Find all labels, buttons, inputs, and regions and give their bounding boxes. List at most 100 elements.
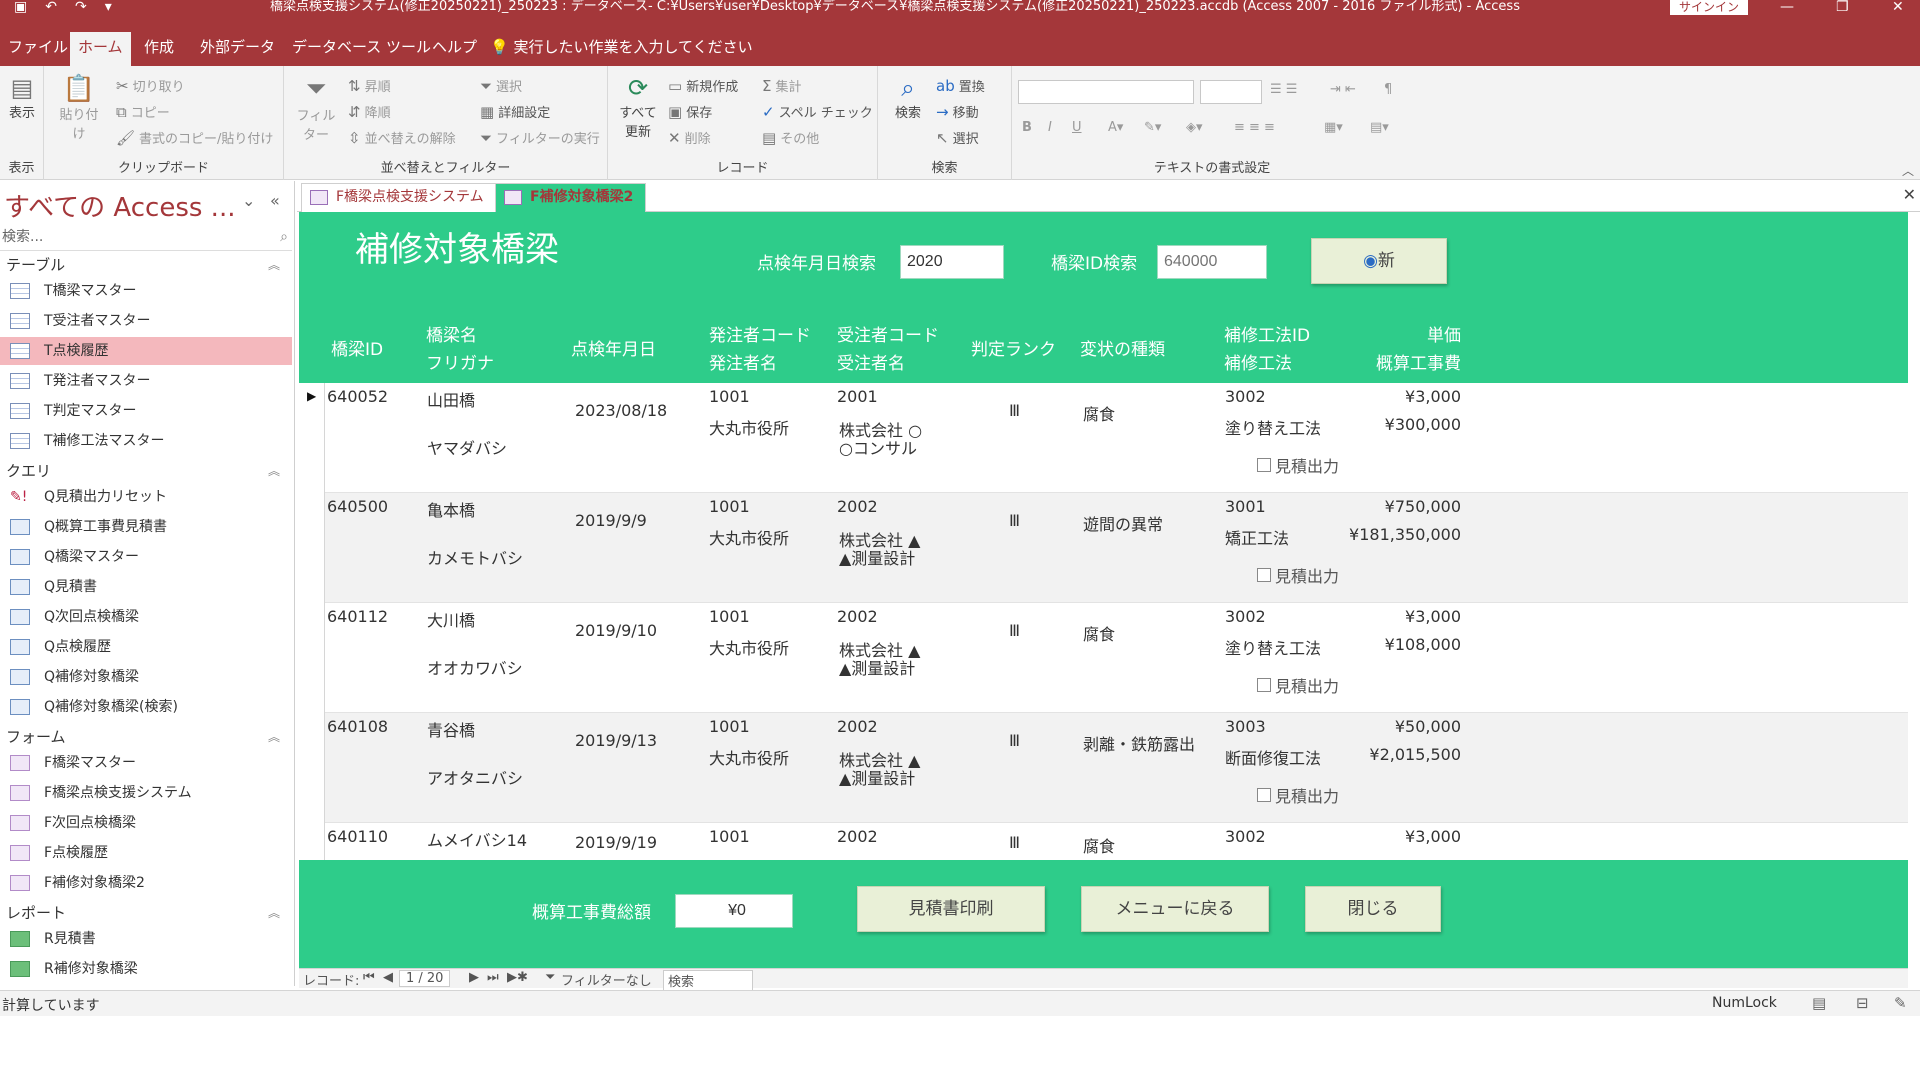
cell-method[interactable]: 塗り替え工法 — [1225, 415, 1321, 439]
cell-bridge-id[interactable]: 640052 — [327, 387, 388, 406]
checkbox-box[interactable] — [1257, 678, 1271, 692]
close-document-icon[interactable]: ✕ — [1903, 185, 1916, 204]
format-painter-button[interactable]: 🖌 書式のコピー/貼り付け — [116, 128, 273, 148]
nav-item-form[interactable]: F補修対象橋梁2 — [0, 869, 292, 897]
close-window-icon[interactable]: ✕ — [1892, 0, 1904, 14]
table-row[interactable]: 640112 大川橋 オオカワバシ 2019/9/10 1001 大丸市役所 2… — [299, 603, 1908, 713]
checkbox-box[interactable] — [1257, 568, 1271, 582]
next-record-icon[interactable]: ▶ — [469, 970, 479, 985]
cell-unit-price[interactable]: ¥3,000 — [1339, 827, 1461, 846]
cell-bridge-name[interactable]: ムメイバシ14 — [427, 827, 527, 851]
cell-orderer-code[interactable]: 1001 — [709, 387, 750, 406]
id-search-input[interactable] — [1157, 245, 1267, 279]
cell-rank[interactable]: Ⅲ — [1009, 833, 1020, 852]
cell-method[interactable]: 矯正工法 — [1225, 525, 1289, 549]
refresh-all-button[interactable]: ⟳ すべて 更新 — [614, 74, 662, 140]
nav-section-tables[interactable]: テーブル ︽ — [0, 253, 292, 277]
cell-bridge-name[interactable]: 亀本橋 — [427, 497, 475, 521]
cell-bridge-name[interactable]: 青谷橋 — [427, 717, 475, 741]
new-record-button[interactable]: ▭ 新規作成 — [668, 76, 738, 96]
descending-button[interactable]: ⇵ 降順 — [348, 102, 391, 122]
underline-button[interactable]: U — [1072, 120, 1082, 135]
date-search-input[interactable] — [900, 245, 1004, 279]
nav-item-table[interactable]: T受注者マスター — [0, 307, 292, 335]
alt-row-color-icon[interactable]: ▤▾ — [1370, 120, 1389, 135]
cell-defect[interactable]: 腐食 — [1083, 401, 1115, 425]
save-record-button[interactable]: ▣ 保存 — [668, 102, 712, 122]
bold-button[interactable]: B — [1022, 120, 1032, 135]
cell-rank[interactable]: Ⅲ — [1009, 731, 1020, 750]
filter-button[interactable]: ⏷ フィルター — [292, 74, 340, 143]
goto-button[interactable]: → 移動 — [936, 102, 979, 122]
paste-button[interactable]: 📋 貼り付け — [54, 74, 104, 142]
nav-item-table[interactable]: T補修工法マスター — [0, 427, 292, 455]
cell-contractor-name-2[interactable]: ▲測量設計 — [839, 655, 915, 679]
nav-item-form[interactable]: F次回点検橋梁 — [0, 809, 292, 837]
cell-contractor-code[interactable]: 2001 — [837, 387, 878, 406]
cell-rank[interactable]: Ⅲ — [1009, 401, 1020, 420]
nav-section-reports[interactable]: レポート ︽ — [0, 901, 292, 925]
cell-inspection-date[interactable]: 2023/08/18 — [575, 401, 667, 420]
cell-contractor-code[interactable]: 2002 — [837, 497, 878, 516]
cell-orderer-name[interactable]: 大丸市役所 — [709, 525, 789, 549]
cell-contractor-code[interactable]: 2002 — [837, 607, 878, 626]
nav-item-query[interactable]: ✎! Q見積出力リセット — [0, 483, 292, 511]
restore-icon[interactable]: ❐ — [1836, 0, 1849, 14]
record-selector[interactable] — [299, 603, 325, 713]
nav-collapse-icon[interactable]: « — [270, 191, 280, 210]
estimate-output-checkbox[interactable]: 見積出力 — [1257, 673, 1339, 697]
cell-method[interactable]: 塗り替え工法 — [1225, 635, 1321, 659]
record-search-input[interactable]: 検索 — [663, 970, 753, 991]
nav-item-report[interactable]: R見積書 — [0, 925, 292, 953]
cell-orderer-code[interactable]: 1001 — [709, 497, 750, 516]
cell-furigana[interactable]: カメモトバシ — [427, 545, 523, 569]
cell-rank[interactable]: Ⅲ — [1009, 511, 1020, 530]
nav-item-query[interactable]: Q概算工事費見積書 — [0, 513, 292, 541]
cell-orderer-name[interactable]: 大丸市役所 — [709, 635, 789, 659]
remove-sort-button[interactable]: ⇳ 並べ替えの解除 — [348, 128, 456, 148]
selection-button[interactable]: ⏷ 選択 — [480, 76, 522, 96]
new-record-icon[interactable]: ▶✱ — [507, 970, 528, 985]
filter-status[interactable]: フィルターなし — [561, 970, 652, 989]
select-button[interactable]: ↖ 選択 — [936, 128, 979, 148]
nav-item-form[interactable]: F橋梁点検支援システム — [0, 779, 292, 807]
cell-furigana[interactable]: アオタニバシ — [427, 765, 523, 789]
spelling-button[interactable]: ✓ スペル チェック — [762, 102, 873, 122]
doc-tab-repair-bridges[interactable]: F補修対象橋梁2 — [495, 183, 647, 212]
checkbox-box[interactable] — [1257, 458, 1271, 472]
cell-estimate[interactable]: ¥108,000 — [1309, 635, 1461, 654]
highlight-icon[interactable]: ✎▾ — [1144, 120, 1161, 135]
fill-color-icon[interactable]: ◈▾ — [1186, 120, 1203, 135]
table-row[interactable]: 640108 青谷橋 アオタニバシ 2019/9/13 1001 大丸市役所 2… — [299, 713, 1908, 823]
cell-method-id[interactable]: 3002 — [1225, 607, 1266, 626]
cell-contractor-code[interactable]: 2002 — [837, 717, 878, 736]
delete-record-button[interactable]: ✕ 削除 — [668, 128, 711, 148]
cell-defect[interactable]: 腐食 — [1083, 833, 1115, 857]
tab-database-tools[interactable]: データベース ツール — [284, 32, 439, 66]
toggle-filter-button[interactable]: ⏷ フィルターの実行 — [480, 128, 600, 148]
cell-unit-price[interactable]: ¥3,000 — [1339, 607, 1461, 626]
first-record-icon[interactable]: ⏮ — [363, 970, 375, 985]
record-selector[interactable] — [299, 823, 325, 860]
nav-pane-title[interactable]: すべての Access ... — [4, 187, 235, 224]
undo-icon[interactable]: ↶ — [45, 0, 57, 14]
cell-contractor-name-2[interactable]: ▲測量設計 — [839, 765, 915, 789]
cell-contractor-code[interactable]: 2002 — [837, 827, 878, 846]
minimize-icon[interactable]: — — [1780, 0, 1794, 14]
find-button[interactable]: ⌕ 検索 — [886, 74, 930, 121]
record-selector[interactable] — [299, 713, 325, 823]
save-icon[interactable]: ▣ — [14, 0, 27, 14]
collapse-ribbon-icon[interactable]: ︿ — [1902, 162, 1914, 179]
cell-contractor-name-2[interactable]: ○コンサル — [839, 435, 917, 459]
nav-item-query[interactable]: Q橋梁マスター — [0, 543, 292, 571]
back-to-menu-button[interactable]: メニューに戻る — [1081, 886, 1269, 932]
cell-unit-price[interactable]: ¥3,000 — [1339, 387, 1461, 406]
tab-create[interactable]: 作成 — [136, 32, 182, 66]
cell-defect[interactable]: 腐食 — [1083, 621, 1115, 645]
form-view-icon[interactable]: ▤ — [1812, 994, 1826, 1012]
cell-orderer-code[interactable]: 1001 — [709, 717, 750, 736]
cell-rank[interactable]: Ⅲ — [1009, 621, 1020, 640]
tab-external-data[interactable]: 外部データ — [192, 32, 283, 66]
nav-item-query[interactable]: Q補修対象橋梁 — [0, 663, 292, 691]
nav-section-queries[interactable]: クエリ ︽ — [0, 459, 292, 483]
